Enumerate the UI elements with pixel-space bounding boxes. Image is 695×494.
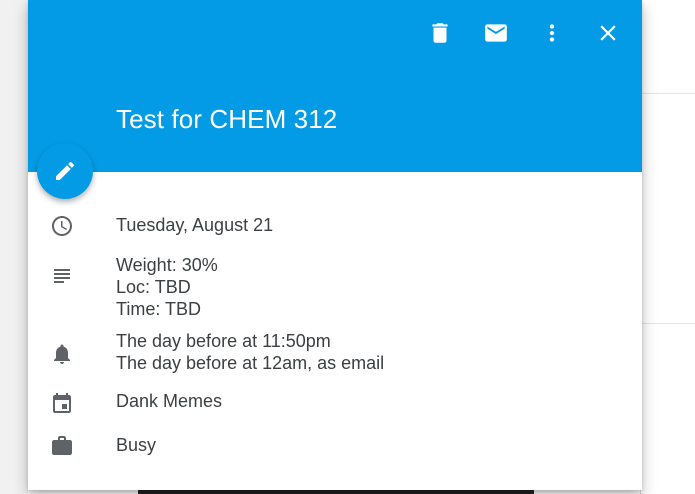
trash-icon (432, 23, 448, 43)
event-description: Weight: 30% Loc: TBD Time: TBD (116, 254, 218, 320)
background-grid-line (642, 323, 695, 324)
event-toolbar (404, 14, 628, 52)
clock-icon (50, 214, 78, 242)
event-notifications: The day before at 11:50pm The day before… (116, 330, 384, 374)
event-details-dialog: Test for CHEM 312 Tuesday, August 21 Wei… (28, 0, 642, 490)
bell-icon (50, 342, 78, 370)
delete-button[interactable] (420, 14, 460, 52)
event-title: Test for CHEM 312 (116, 104, 338, 134)
close-icon (600, 25, 616, 41)
notification-line: The day before at 11:50pm (116, 331, 331, 351)
notification-line: The day before at 12am, as email (116, 353, 385, 373)
briefcase-icon (50, 434, 78, 462)
edit-event-button[interactable] (37, 143, 93, 199)
event-availability: Busy (116, 435, 157, 455)
more-options-button[interactable] (532, 14, 572, 52)
description-line: Time: TBD (116, 299, 202, 319)
event-header: Test for CHEM 312 (28, 0, 642, 172)
background-sidebar (0, 0, 28, 494)
description-line: Weight: 30% (116, 255, 218, 275)
email-icon (485, 24, 507, 42)
event-calendar-name: Dank Memes (116, 391, 223, 411)
email-guests-button[interactable] (476, 14, 516, 52)
close-button[interactable] (588, 14, 628, 52)
event-date: Tuesday, August 21 (116, 215, 274, 235)
description-line: Loc: TBD (116, 277, 191, 297)
notes-icon (50, 264, 78, 292)
pencil-icon (56, 161, 75, 180)
calendar-icon (50, 391, 78, 419)
more-vert-icon (549, 24, 555, 42)
background-grid-line (642, 93, 695, 94)
